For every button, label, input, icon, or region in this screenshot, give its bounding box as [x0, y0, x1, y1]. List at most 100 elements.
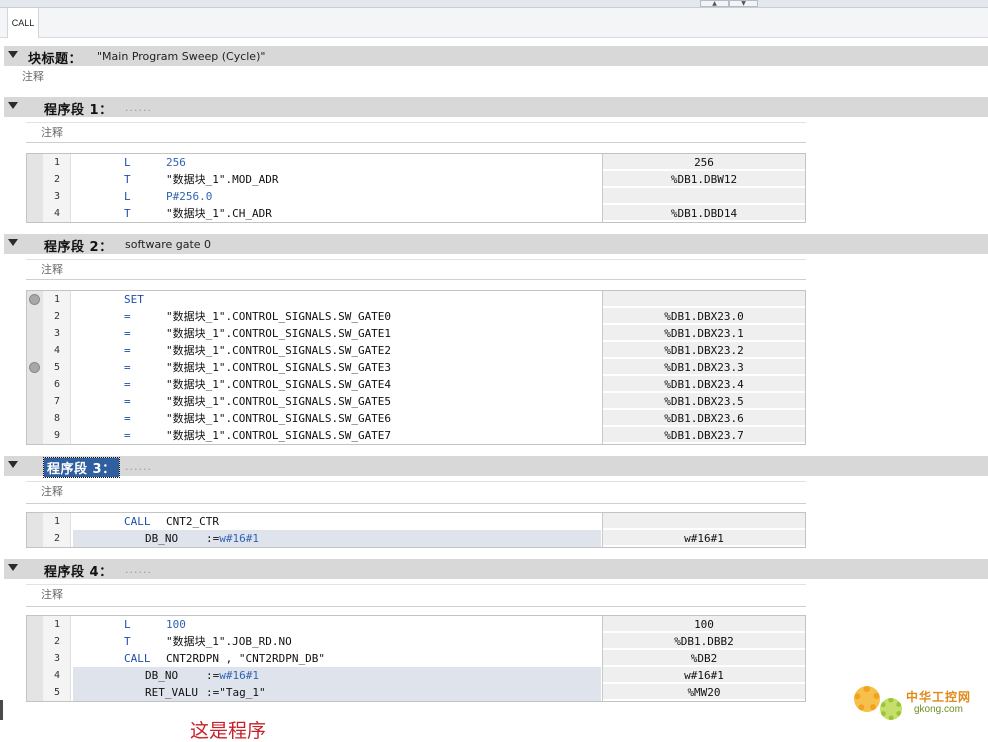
network-1-header[interactable]: 程序段 1： ......: [4, 97, 988, 118]
collapse-triangle-icon[interactable]: [8, 102, 18, 109]
parameter-value[interactable]: w#16#1: [219, 532, 259, 545]
code-line[interactable]: 8 = "数据块_1".CONTROL_SIGNALS.SW_GATE6 %DB1.D…: [27, 410, 805, 427]
operand-address: 256: [603, 154, 805, 170]
instruction[interactable]: CALL CNT2_CTR: [73, 513, 601, 530]
instruction[interactable]: L 100: [73, 616, 601, 633]
operand[interactable]: "数据块_1".CONTROL_SIGNALS.SW_GATE3: [166, 359, 391, 376]
code-line[interactable]: 4 = "数据块_1".CONTROL_SIGNALS.SW_GATE2 %DB1.D…: [27, 342, 805, 359]
arrow-down-icon[interactable]: ▼: [729, 0, 758, 7]
breakpoint-dot-icon[interactable]: [29, 294, 40, 305]
call-parameter[interactable]: DB_NO:=w#16#1: [73, 530, 601, 547]
call-parameter[interactable]: DB_NO:=w#16#1: [73, 667, 601, 684]
instruction[interactable]: CALL CNT2RDPN , "CNT2RDPN_DB": [73, 650, 601, 667]
operand[interactable]: "数据块_1".CONTROL_SIGNALS.SW_GATE5: [166, 393, 391, 410]
instruction[interactable]: T "数据块_1".MOD_ADR: [73, 171, 601, 188]
block-comment[interactable]: 注释: [22, 68, 44, 84]
comment-divider: [26, 259, 806, 260]
network-3-label[interactable]: 程序段 3：: [43, 457, 120, 478]
arrow-up-icon[interactable]: ▲: [700, 0, 729, 7]
call-parameter[interactable]: RET_VALU:="Tag_1": [73, 684, 601, 701]
network-4-code[interactable]: 1 L 100 100 2 T "数据块_1".JOB_RD.NO %DB1.DBB2 3 CAL…: [26, 615, 806, 702]
operand[interactable]: "数据块_1".JOB_RD.NO: [166, 633, 292, 650]
collapse-triangle-icon[interactable]: [8, 239, 18, 246]
operand[interactable]: "数据块_1".CONTROL_SIGNALS.SW_GATE4: [166, 376, 391, 393]
collapse-triangle-icon[interactable]: [8, 564, 18, 571]
instruction[interactable]: = "数据块_1".CONTROL_SIGNALS.SW_GATE1: [73, 325, 601, 342]
code-line[interactable]: 7 = "数据块_1".CONTROL_SIGNALS.SW_GATE5 %DB1.D…: [27, 393, 805, 410]
line-number: 8: [53, 413, 61, 424]
network-1-title[interactable]: ......: [125, 101, 152, 114]
instruction[interactable]: = "数据块_1".CONTROL_SIGNALS.SW_GATE2: [73, 342, 601, 359]
network-3-code[interactable]: 1 CALL CNT2_CTR 2 DB_NO:=w#16#1 w#16#1: [26, 512, 806, 548]
collapse-triangle-icon[interactable]: [8, 461, 18, 468]
instruction[interactable]: = "数据块_1".CONTROL_SIGNALS.SW_GATE0: [73, 308, 601, 325]
code-line[interactable]: 6 = "数据块_1".CONTROL_SIGNALS.SW_GATE4 %DB1.D…: [27, 376, 805, 393]
block-title-header[interactable]: 块标题： "Main Program Sweep (Cycle)": [4, 46, 988, 67]
code-line[interactable]: 3 L P#256.0: [27, 188, 805, 205]
instruction[interactable]: = "数据块_1".CONTROL_SIGNALS.SW_GATE3: [73, 359, 601, 376]
code-line[interactable]: 4 DB_NO:=w#16#1 w#16#1: [27, 667, 805, 684]
code-line[interactable]: 2 T "数据块_1".MOD_ADR %DB1.DBW12: [27, 171, 805, 188]
collapse-triangle-icon[interactable]: [8, 51, 18, 58]
assign-operator: :=: [206, 532, 220, 545]
operand[interactable]: "数据块_1".MOD_ADR: [166, 171, 278, 188]
network-1-comment[interactable]: 注释: [41, 124, 63, 140]
operand[interactable]: "数据块_1".CONTROL_SIGNALS.SW_GATE1: [166, 325, 391, 342]
instruction[interactable]: = "数据块_1".CONTROL_SIGNALS.SW_GATE4: [73, 376, 601, 393]
line-number: 2: [53, 533, 61, 544]
network-2-header[interactable]: 程序段 2： software gate 0: [4, 234, 988, 255]
code-line[interactable]: 1 L 100 100: [27, 616, 805, 633]
network-3-comment[interactable]: 注释: [41, 483, 63, 499]
operand[interactable]: P#256.0: [166, 188, 212, 205]
code-line[interactable]: 4 T "数据块_1".CH_ADR %DB1.DBD14: [27, 205, 805, 222]
network-3-header[interactable]: 程序段 3： ......: [4, 456, 988, 478]
code-line[interactable]: 1 SET: [27, 291, 805, 308]
scroll-arrows[interactable]: ▲ ▼: [700, 0, 758, 7]
instruction[interactable]: L P#256.0: [73, 188, 601, 205]
instruction[interactable]: = "数据块_1".CONTROL_SIGNALS.SW_GATE5: [73, 393, 601, 410]
network-2-title[interactable]: software gate 0: [125, 238, 211, 251]
code-line[interactable]: 3 CALL CNT2RDPN , "CNT2RDPN_DB" %DB2: [27, 650, 805, 667]
operand[interactable]: "数据块_1".CH_ADR: [166, 205, 272, 222]
instruction[interactable]: = "数据块_1".CONTROL_SIGNALS.SW_GATE6: [73, 410, 601, 427]
instruction[interactable]: = "数据块_1".CONTROL_SIGNALS.SW_GATE7: [73, 427, 601, 444]
operand[interactable]: "数据块_1".CONTROL_SIGNALS.SW_GATE7: [166, 427, 391, 444]
operand[interactable]: CNT2RDPN , "CNT2RDPN_DB": [166, 650, 325, 667]
network-3-title[interactable]: ......: [125, 460, 152, 473]
code-line[interactable]: 5 = "数据块_1".CONTROL_SIGNALS.SW_GATE3 %DB1.D…: [27, 359, 805, 376]
line-number: 4: [53, 208, 61, 219]
operand-address: w#16#1: [603, 667, 805, 683]
operand[interactable]: 100: [166, 616, 186, 633]
network-1-code[interactable]: 1 L 256 256 2 T "数据块_1".MOD_ADR %DB1.DBW12 3 L P#2…: [26, 153, 806, 223]
network-4-comment[interactable]: 注释: [41, 586, 63, 602]
code-line[interactable]: 2 T "数据块_1".JOB_RD.NO %DB1.DBB2: [27, 633, 805, 650]
operand[interactable]: "数据块_1".CONTROL_SIGNALS.SW_GATE2: [166, 342, 391, 359]
operand[interactable]: 256: [166, 154, 186, 171]
instruction[interactable]: T "数据块_1".JOB_RD.NO: [73, 633, 601, 650]
code-line[interactable]: 2 DB_NO:=w#16#1 w#16#1: [27, 530, 805, 547]
line-number: 1: [53, 619, 61, 630]
code-line[interactable]: 3 = "数据块_1".CONTROL_SIGNALS.SW_GATE1 %DB1.D…: [27, 325, 805, 342]
operand[interactable]: CNT2_CTR: [166, 513, 219, 530]
network-2-comment[interactable]: 注释: [41, 261, 63, 277]
code-line[interactable]: 5 RET_VALU:="Tag_1" %MW20: [27, 684, 805, 701]
instruction[interactable]: L 256: [73, 154, 601, 171]
code-line[interactable]: 1 L 256 256: [27, 154, 805, 171]
instruction[interactable]: T "数据块_1".CH_ADR: [73, 205, 601, 222]
operand[interactable]: "数据块_1".CONTROL_SIGNALS.SW_GATE6: [166, 410, 391, 427]
instruction[interactable]: SET: [73, 291, 601, 308]
block-title-text[interactable]: "Main Program Sweep (Cycle)": [97, 50, 265, 63]
network-4-title[interactable]: ......: [125, 563, 152, 576]
parameter-value[interactable]: w#16#1: [219, 669, 259, 682]
network-1-label: 程序段 1：: [44, 103, 113, 118]
code-line[interactable]: 9 = "数据块_1".CONTROL_SIGNALS.SW_GATE7 %DB1.D…: [27, 427, 805, 444]
parameter-value[interactable]: "Tag_1": [219, 686, 265, 699]
code-line[interactable]: 2 = "数据块_1".CONTROL_SIGNALS.SW_GATE0 %DB1.D…: [27, 308, 805, 325]
code-line[interactable]: 1 CALL CNT2_CTR: [27, 513, 805, 530]
breakpoint-dot-icon[interactable]: [29, 362, 40, 373]
network-2-code[interactable]: 1 SET 2 = "数据块_1".CONTROL_SIGNALS.SW_GATE0 %D…: [26, 290, 806, 445]
tab-call[interactable]: CALL: [7, 8, 39, 38]
operand[interactable]: "数据块_1".CONTROL_SIGNALS.SW_GATE0: [166, 308, 391, 325]
line-number: 4: [53, 345, 61, 356]
network-4-header[interactable]: 程序段 4： ......: [4, 559, 988, 580]
